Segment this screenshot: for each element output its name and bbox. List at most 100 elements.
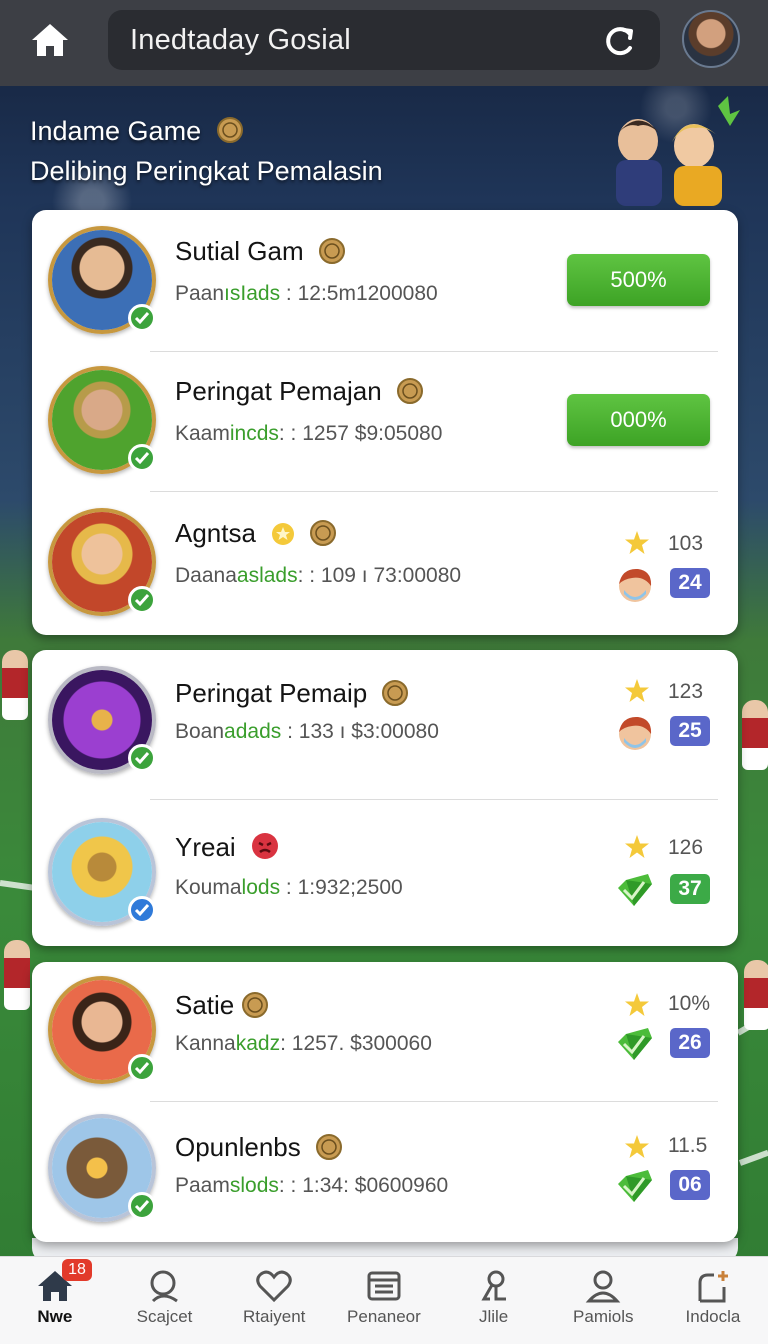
nav-label: Nwe (37, 1307, 73, 1326)
green-gem-icon (618, 1170, 652, 1202)
nav-item-profile[interactable]: Pamiols (548, 1257, 658, 1344)
add-user-icon (698, 1271, 728, 1303)
nav-label: Jlile (478, 1307, 509, 1326)
verified-check-icon (128, 744, 156, 772)
notification-badge: 18 (62, 1259, 92, 1281)
nav-label: Indocla (685, 1307, 741, 1326)
leaderboard-card-1: Sutial Gam PaanısIads : 12:5m1200080 500… (32, 210, 738, 635)
player-stats: Koumalods : 1:932;2500 (175, 876, 403, 899)
percent-button[interactable]: 000% (567, 394, 710, 446)
verified-check-icon (128, 586, 156, 614)
rank-badge: 37 (670, 874, 710, 904)
refresh-button[interactable] (600, 22, 638, 60)
nav-item-inbox[interactable]: Penaneor (329, 1257, 439, 1344)
nav-label: Scajcet (136, 1307, 193, 1326)
coin-icon (396, 378, 423, 404)
leaderboard-card-2: Peringat Pemaip Boanadads : 133 ı $3:000… (32, 650, 738, 946)
coin-icon (316, 1134, 342, 1160)
user-icon (585, 1270, 621, 1303)
list-item[interactable]: Satie Kannakadz: 1257. $300060 10% 26 (32, 962, 738, 1102)
verified-check-icon (128, 1192, 156, 1220)
rank-badge: 06 (670, 1170, 710, 1200)
stat-value: 103 (668, 532, 704, 555)
player-stats: Paamslods: : 1:34: $0600960 (175, 1174, 449, 1197)
player-avatar (48, 226, 156, 334)
search-icon (150, 1270, 178, 1303)
verified-check-icon (128, 896, 156, 924)
nav-label: Pamiols (573, 1307, 634, 1326)
star-icon (625, 993, 649, 1016)
stat-value: 10% (668, 992, 711, 1015)
nav-item-favorites[interactable]: Rtaiyent (219, 1257, 329, 1344)
top-bar: Inedtaday Gosial (0, 0, 768, 86)
verified-check-icon (128, 444, 156, 472)
player-avatar (48, 1114, 156, 1222)
list-item[interactable]: Opunlenbs Paamslods: : 1:34: $0600960 11… (32, 1102, 738, 1242)
coin-icon (310, 520, 337, 546)
percent-button[interactable]: 500% (567, 254, 710, 306)
coin-icon (318, 238, 345, 264)
star-icon (625, 679, 649, 702)
player-name: Peringat Pemaip (175, 678, 409, 709)
list-item[interactable]: Peringat Pemaip Boanadads : 133 ı $3:000… (32, 650, 738, 800)
list-item[interactable]: Agntsa Daanaaslads: : 109 ı 73:00080 103… (32, 492, 738, 634)
list-item[interactable]: Yreai Koumalods : 1:932;2500 126 37 (32, 800, 738, 946)
hero-banner: Indame Game Delibing Peringkat Pemalasin (0, 86, 768, 216)
player-stats: Boanadads : 133 ı $3:00080 (175, 720, 439, 743)
coin-icon (241, 992, 268, 1018)
player-avatar (48, 818, 156, 926)
player-stats: Kaamincds: : 1257 $9:05080 (175, 422, 443, 445)
player-name: Sutial Gam (175, 236, 345, 267)
masked-face-icon (619, 568, 652, 602)
star-icon (625, 531, 649, 554)
coin-icon (216, 117, 243, 143)
player-avatar (48, 508, 156, 616)
nav-label: Penaneor (347, 1307, 421, 1326)
hero-subtitle: Delibing Peringkat Pemalasin (30, 156, 383, 186)
player-stats: PaanısIads : 12:5m1200080 (175, 282, 438, 305)
heart-icon (256, 1270, 292, 1303)
stat-value: 126 (668, 836, 704, 859)
profile-avatar[interactable] (682, 10, 740, 68)
search-text: Inedtaday Gosial (130, 23, 351, 56)
nav-item-add[interactable]: Indocla (658, 1257, 768, 1344)
verified-check-icon (128, 304, 156, 332)
verified-check-icon (128, 1054, 156, 1082)
pen-icon (481, 1270, 506, 1301)
refresh-icon (606, 27, 633, 56)
nav-item-edit[interactable]: Jlile (439, 1257, 549, 1344)
search-bar[interactable]: Inedtaday Gosial (108, 10, 660, 70)
player-name: Satie (175, 990, 268, 1021)
hero-characters-illustration (616, 96, 740, 206)
list-item[interactable]: Peringat Pemajan Kaamincds: : 1257 $9:05… (32, 350, 738, 492)
rank-badge: 26 (670, 1028, 710, 1058)
star-icon (625, 835, 649, 858)
player-name: Peringat Pemajan (175, 376, 423, 407)
nav-label: Rtaiyent (243, 1307, 306, 1326)
angry-face-icon (251, 833, 278, 859)
hero-title: Indame Game (30, 116, 243, 147)
rank-badge: 24 (670, 568, 710, 598)
leaderboard-card-3: Satie Kannakadz: 1257. $300060 10% 26 Op… (32, 962, 738, 1242)
home-icon (32, 24, 68, 56)
stat-value: 123 (668, 680, 704, 703)
rank-badge: 25 (670, 716, 710, 746)
stat-value: 11.5 (668, 1134, 708, 1157)
bottom-navigation: Nwe 18 Scajcet Rtaiyent Penaneor Jlile P… (0, 1256, 768, 1344)
tray-icon (367, 1271, 401, 1301)
list-item[interactable]: Sutial Gam PaanısIads : 12:5m1200080 500… (32, 210, 738, 352)
masked-face-icon (619, 716, 652, 750)
home-button[interactable] (28, 20, 72, 60)
player-avatar (48, 976, 156, 1084)
star-icon (272, 523, 295, 545)
player-stats: Kannakadz: 1257. $300060 (175, 1032, 432, 1055)
player-name: Yreai (175, 832, 279, 863)
green-gem-icon (618, 874, 652, 906)
player-stats: Daanaaslads: : 109 ı 73:00080 (175, 564, 462, 587)
player-name: Agntsa (175, 518, 337, 549)
nav-item-search[interactable]: Scajcet (110, 1257, 220, 1344)
player-avatar (48, 366, 156, 474)
nav-item-home[interactable]: Nwe 18 (0, 1257, 110, 1344)
player-name: Opunlenbs (175, 1132, 342, 1163)
player-avatar (48, 666, 156, 774)
